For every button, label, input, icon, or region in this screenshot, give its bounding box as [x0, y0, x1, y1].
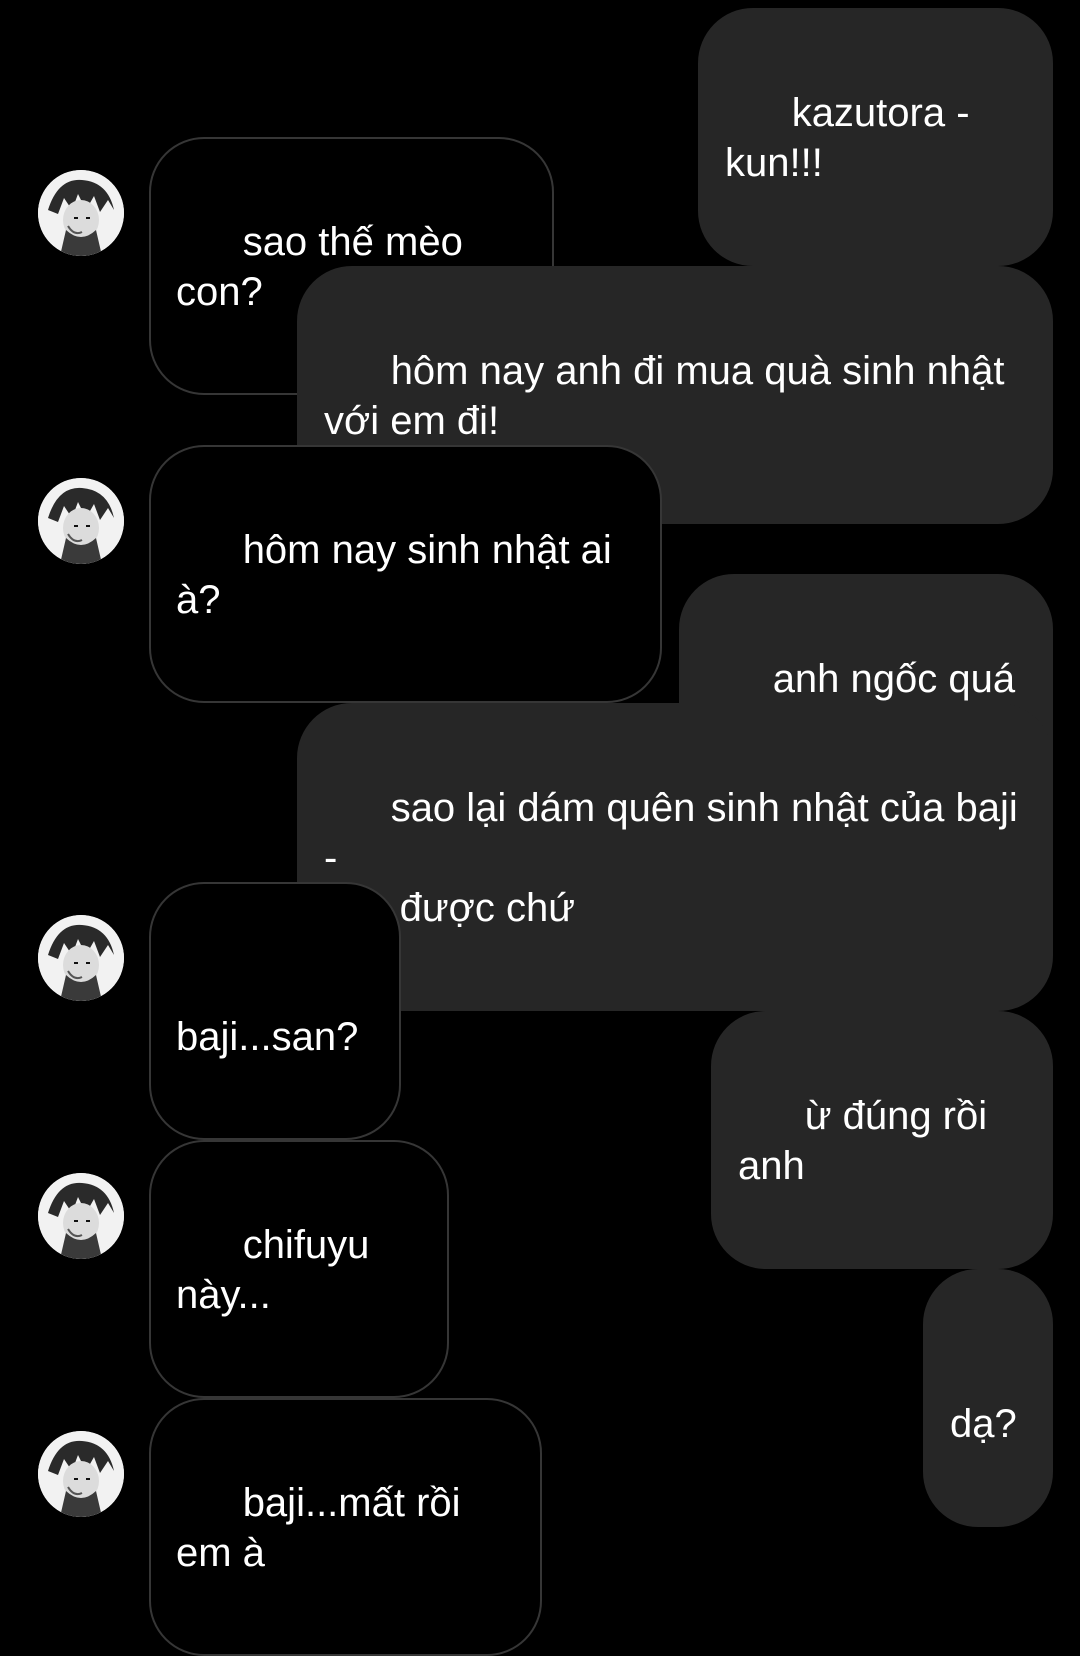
incoming-message-bubble[interactable]: chifuyu này... [149, 1140, 449, 1398]
message-text: kazutora - kun!!! [725, 91, 981, 185]
contact-avatar-icon[interactable] [38, 170, 124, 256]
contact-avatar-icon[interactable] [38, 915, 124, 1001]
outgoing-message-bubble[interactable]: kazutora - kun!!! [698, 8, 1053, 266]
message-text: sao lại dám quên sinh nhật của baji - sa… [324, 786, 1018, 930]
contact-avatar-icon[interactable] [38, 478, 124, 564]
incoming-message-bubble[interactable]: baji...san? [149, 882, 401, 1140]
message-text: chifuyu này... [176, 1223, 381, 1317]
message-text: dạ? [950, 1402, 1017, 1446]
message-text: hôm nay sinh nhật ai à? [176, 528, 623, 622]
outgoing-message-bubble[interactable]: ừ đúng rồi anh [711, 1011, 1053, 1269]
outgoing-message-bubble[interactable]: dạ? [923, 1269, 1053, 1527]
message-text: ừ đúng rồi anh [738, 1094, 999, 1188]
contact-avatar-icon[interactable] [38, 1173, 124, 1259]
outgoing-message-bubble[interactable]: sao lại dám quên sinh nhật của baji - sa… [297, 703, 1053, 1011]
message-text: baji...mất rồi em à [176, 1481, 472, 1575]
message-text: baji...san? [176, 1015, 359, 1059]
message-text: hôm nay anh đi mua quà sinh nhật với em … [324, 349, 1005, 443]
incoming-message-bubble[interactable]: baji...mất rồi em à [149, 1398, 542, 1656]
contact-avatar-icon[interactable] [38, 1431, 124, 1517]
incoming-message-bubble[interactable]: hôm nay sinh nhật ai à? [149, 445, 662, 703]
